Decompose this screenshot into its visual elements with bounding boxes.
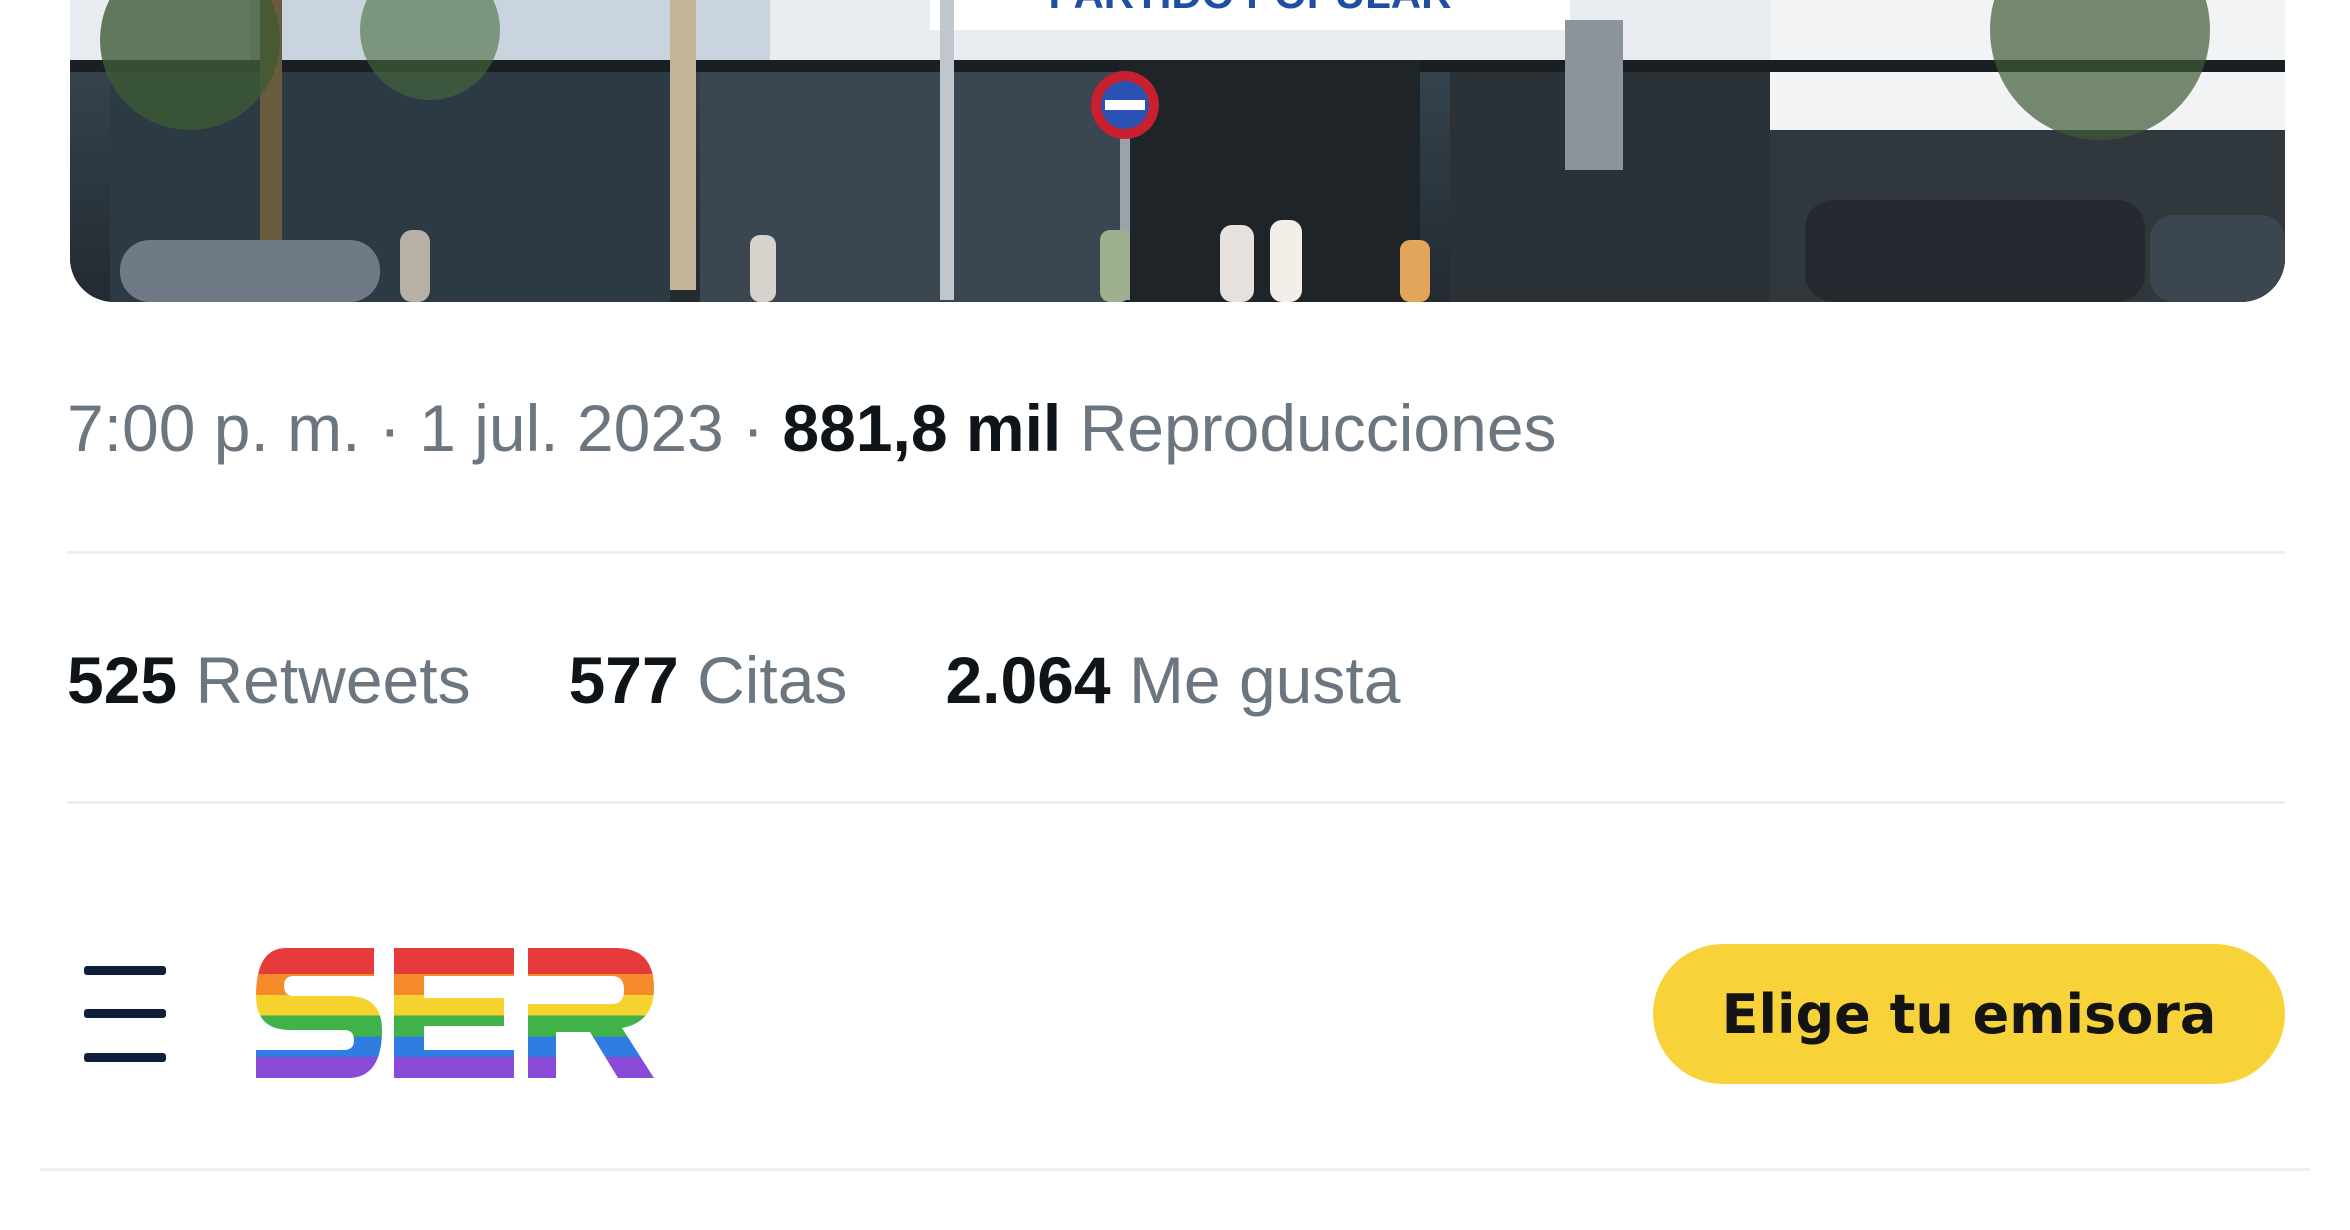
hamburger-icon[interactable] <box>84 966 166 1062</box>
retweets-label: Retweets <box>195 643 471 717</box>
choose-station-button[interactable]: Elige tu emisora <box>1653 944 2285 1084</box>
quotes-label: Citas <box>697 643 848 717</box>
views-label: Reproducciones <box>1079 391 1557 465</box>
tweet-photo[interactable]: PARTIDO POPULAR <box>70 0 2285 302</box>
divider <box>40 1168 2310 1171</box>
likes-count: 2.064 <box>945 643 1111 717</box>
meta-separator: · <box>360 391 420 465</box>
page: PARTIDO POPULAR <box>0 0 2350 1230</box>
meta-separator: · <box>723 391 783 465</box>
views-count: 881,8 mil <box>782 391 1062 465</box>
stat-retweets[interactable]: 525 Retweets <box>67 640 471 720</box>
quotes-count: 577 <box>568 643 679 717</box>
tweet-stats: 525 Retweets 577 Citas 2.064 Me gusta <box>67 640 1400 720</box>
divider <box>67 551 2285 554</box>
street-scene-image: PARTIDO POPULAR <box>70 0 2285 302</box>
stat-quotes[interactable]: 577 Citas <box>569 640 848 720</box>
sign-text: PARTIDO POPULAR <box>1049 0 1452 17</box>
likes-label: Me gusta <box>1128 643 1401 717</box>
stat-likes[interactable]: 2.064 Me gusta <box>945 640 1400 720</box>
tweet-time[interactable]: 7:00 p. m. <box>67 391 361 465</box>
retweets-count: 525 <box>67 643 178 717</box>
tweet-date[interactable]: 1 jul. 2023 <box>419 391 724 465</box>
tweet-meta: 7:00 p. m. · 1 jul. 2023 · 881,8 mil Rep… <box>67 388 1557 468</box>
ser-logo[interactable] <box>256 948 656 1078</box>
divider <box>67 801 2285 804</box>
